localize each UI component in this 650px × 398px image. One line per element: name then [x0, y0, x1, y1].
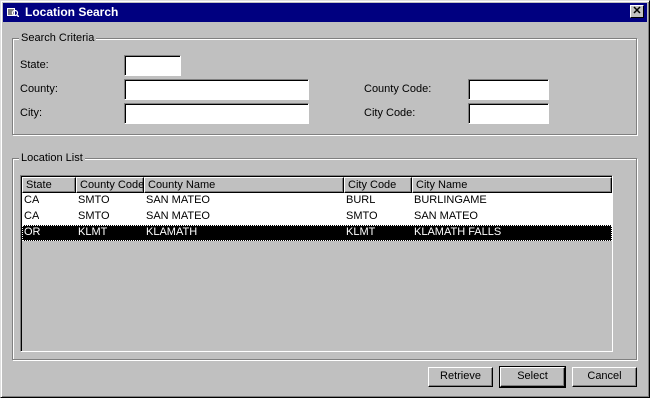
search-criteria-legend: Search Criteria — [19, 32, 97, 44]
cell-state: OR — [24, 226, 41, 238]
county-input[interactable] — [124, 79, 309, 100]
location-list[interactable]: State County Code County Name City Code … — [20, 175, 613, 352]
cell-county-code: SMTO — [78, 194, 110, 206]
list-row-selected[interactable]: OR KLMT KLAMATH KLMT KLAMATH FALLS — [22, 225, 612, 241]
close-icon: ✕ — [632, 5, 642, 17]
city-code-label: City Code: — [364, 107, 416, 119]
county-label: County: — [20, 83, 58, 95]
column-header-county-name[interactable]: County Name — [144, 177, 344, 193]
column-header-city-code[interactable]: City Code — [344, 177, 412, 193]
cell-city-name: SAN MATEO — [414, 210, 478, 222]
location-list-legend: Location List — [19, 152, 85, 164]
retrieve-button[interactable]: Retrieve — [428, 367, 493, 387]
list-body: CA SMTO SAN MATEO BURL BURLINGAME CA SMT… — [22, 193, 612, 351]
cell-city-name: BURLINGAME — [414, 194, 487, 206]
cancel-button[interactable]: Cancel — [572, 367, 637, 387]
search-window-icon — [7, 8, 19, 17]
city-input[interactable] — [124, 103, 309, 124]
column-header-state[interactable]: State — [22, 177, 76, 193]
county-code-input[interactable] — [468, 79, 549, 100]
cell-county-name: SAN MATEO — [146, 194, 210, 206]
window-title: Location Search — [25, 5, 119, 19]
cell-county-name: SAN MATEO — [146, 210, 210, 222]
list-row[interactable]: CA SMTO SAN MATEO BURL BURLINGAME — [22, 193, 612, 209]
state-label: State: — [20, 59, 49, 71]
city-label: City: — [20, 107, 42, 119]
select-button[interactable]: Select — [499, 366, 566, 388]
list-header: State County Code County Name City Code … — [22, 177, 612, 193]
location-search-window: Location Search ✕ Search Criteria State:… — [0, 0, 650, 398]
close-button[interactable]: ✕ — [630, 5, 644, 18]
cell-county-name: KLAMATH — [146, 226, 198, 238]
list-row[interactable]: CA SMTO SAN MATEO SMTO SAN MATEO — [22, 209, 612, 225]
city-code-input[interactable] — [468, 103, 549, 124]
cell-county-code: SMTO — [78, 210, 110, 222]
cell-city-name: KLAMATH FALLS — [414, 226, 502, 238]
title-bar[interactable]: Location Search ✕ — [3, 3, 647, 22]
state-input[interactable] — [124, 55, 181, 76]
cell-state: CA — [24, 210, 40, 222]
column-header-city-name[interactable]: City Name — [412, 177, 612, 193]
county-code-label: County Code: — [364, 83, 432, 95]
cell-city-code: KLMT — [346, 226, 376, 238]
cell-city-code: BURL — [346, 194, 376, 206]
cell-county-code: KLMT — [78, 226, 108, 238]
column-header-county-code[interactable]: County Code — [76, 177, 144, 193]
cell-state: CA — [24, 194, 40, 206]
cell-city-code: SMTO — [346, 210, 378, 222]
